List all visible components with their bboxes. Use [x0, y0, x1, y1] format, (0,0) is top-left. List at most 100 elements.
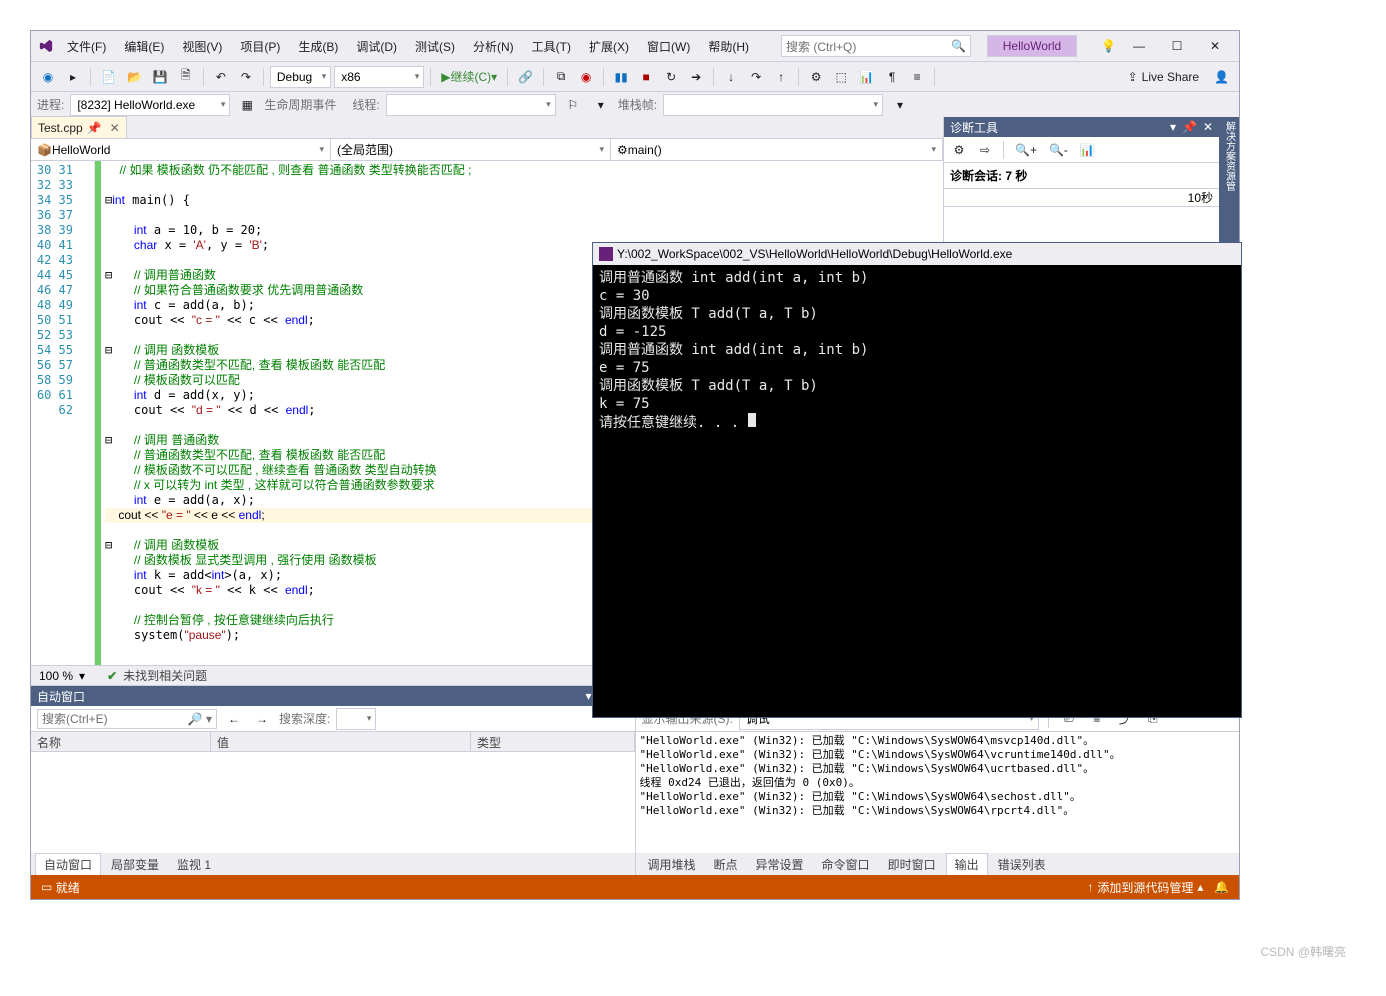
gear-icon[interactable]: ⚙: [948, 139, 970, 161]
tab-autos[interactable]: 自动窗口: [35, 853, 101, 875]
tab-exceptions[interactable]: 异常设置: [748, 854, 812, 875]
attach-icon[interactable]: 🔗: [514, 66, 537, 88]
step-over-icon[interactable]: ↷: [745, 66, 767, 88]
sf-dd-icon[interactable]: ▾: [889, 94, 911, 116]
panel-dropdown-icon[interactable]: ▾: [1170, 120, 1176, 134]
tb-d-icon[interactable]: ¶: [881, 66, 903, 88]
panel-pin-icon[interactable]: 📌: [1182, 120, 1197, 134]
menu-file[interactable]: 文件(F): [59, 34, 114, 59]
tab-immediate[interactable]: 即时窗口: [880, 854, 944, 875]
document-tabstrip: Test.cpp 📌 ✕: [31, 117, 943, 139]
zoomin-icon[interactable]: 🔍+: [1011, 139, 1041, 161]
depth-select[interactable]: [336, 708, 376, 730]
chart-icon[interactable]: 📊: [1076, 139, 1099, 161]
nav-fwd-icon[interactable]: ▸: [62, 66, 84, 88]
lifecycle-label: 生命周期事件: [264, 96, 336, 113]
thread-filter-icon[interactable]: ▾: [590, 94, 612, 116]
tb-c-icon[interactable]: 📊: [855, 66, 878, 88]
menu-help[interactable]: 帮助(H): [700, 34, 757, 59]
tab-watch[interactable]: 监视 1: [169, 854, 219, 875]
redo-icon[interactable]: ↷: [235, 66, 257, 88]
tab-output[interactable]: 输出: [946, 853, 988, 875]
diagnostics-header[interactable]: 诊断工具 ▾📌✕: [944, 117, 1219, 137]
tb-a-icon[interactable]: ⚙: [805, 66, 827, 88]
continue-button[interactable]: ▶ 继续(C) ▾: [437, 66, 501, 88]
config-select[interactable]: Debug: [270, 66, 331, 88]
menu-build[interactable]: 生成(B): [290, 34, 346, 59]
close-tab-icon[interactable]: ✕: [110, 121, 120, 135]
open-icon[interactable]: 📂: [123, 66, 146, 88]
undo-icon[interactable]: ↶: [210, 66, 232, 88]
cam-icon[interactable]: ◉: [575, 66, 597, 88]
nav-fwd-icon[interactable]: →: [251, 708, 273, 730]
thread-select[interactable]: [386, 94, 556, 116]
nav-scope[interactable]: (全局范围): [331, 139, 611, 160]
zoomout-icon[interactable]: 🔍-: [1045, 139, 1072, 161]
menu-tools[interactable]: 工具(T): [524, 34, 579, 59]
menu-window[interactable]: 窗口(W): [639, 34, 698, 59]
export-icon[interactable]: ⇨: [974, 139, 996, 161]
zoom-level[interactable]: 100 %: [39, 669, 73, 683]
menu-debug[interactable]: 调试(D): [348, 34, 405, 59]
file-tab[interactable]: Test.cpp 📌 ✕: [31, 116, 127, 138]
share-icon: ⇪: [1128, 70, 1138, 84]
flag-icon[interactable]: ⚐: [562, 94, 584, 116]
tab-callstack[interactable]: 调用堆栈: [640, 854, 704, 875]
minimize-button[interactable]: —: [1121, 33, 1157, 59]
autos-header[interactable]: 自动窗口 ▾📌✕: [31, 686, 635, 706]
tb-b-icon[interactable]: ⬚: [830, 66, 852, 88]
status-right[interactable]: ↑ 添加到源代码管理 ▴ 🔔: [1087, 879, 1229, 896]
pause-icon[interactable]: ▮▮: [610, 66, 632, 88]
menu-extensions[interactable]: 扩展(X): [581, 34, 637, 59]
col-value[interactable]: 值: [211, 732, 471, 751]
step-out-icon[interactable]: ↑: [770, 66, 792, 88]
stop-icon[interactable]: ■: [635, 66, 657, 88]
screenshot-icon[interactable]: ⧉: [550, 66, 572, 88]
menu-edit[interactable]: 编辑(E): [116, 34, 172, 59]
account-icon[interactable]: 👤: [1210, 66, 1233, 88]
step-into-icon[interactable]: ↓: [720, 66, 742, 88]
autos-search[interactable]: 搜索(Ctrl+E)🔎 ▾: [37, 709, 217, 729]
maximize-button[interactable]: ☐: [1159, 33, 1195, 59]
menu-test[interactable]: 测试(S): [407, 34, 463, 59]
menu-project[interactable]: 项目(P): [232, 34, 288, 59]
tab-breakpoints[interactable]: 断点: [706, 854, 746, 875]
liveshare-button[interactable]: ⇪ Live Share: [1128, 70, 1199, 84]
notifications-icon[interactable]: 🔔: [1214, 880, 1229, 894]
status-icon: ▭: [41, 880, 52, 894]
nav-back-icon[interactable]: ←: [223, 708, 245, 730]
tab-errorlist[interactable]: 错误列表: [990, 854, 1054, 875]
watermark: CSDN @韩曙亮: [1260, 943, 1346, 960]
col-name[interactable]: 名称: [31, 732, 211, 751]
save-icon[interactable]: 💾: [149, 66, 172, 88]
nav-project[interactable]: 📦 HelloWorld: [31, 139, 331, 160]
platform-select[interactable]: x86: [334, 66, 424, 88]
restart-icon[interactable]: ↻: [660, 66, 682, 88]
vs-logo-icon: [37, 37, 55, 55]
panel-close-icon[interactable]: ✕: [1203, 120, 1213, 134]
new-item-icon[interactable]: 📄: [97, 66, 120, 88]
feedback-icon[interactable]: 💡: [1101, 39, 1116, 53]
output-body[interactable]: "HelloWorld.exe" (Win32): 已加载 "C:\Window…: [636, 732, 1240, 853]
menu-analyze[interactable]: 分析(N): [465, 34, 522, 59]
saveall-icon[interactable]: 🗎: [175, 66, 197, 88]
process-select[interactable]: [8232] HelloWorld.exe: [70, 94, 230, 116]
tab-command[interactable]: 命令窗口: [814, 854, 878, 875]
lifecycle-icon[interactable]: ▦: [236, 94, 258, 116]
window-buttons: — ☐ ✕: [1121, 33, 1233, 59]
close-button[interactable]: ✕: [1197, 33, 1233, 59]
diag-timeline: 10秒: [944, 189, 1219, 207]
menu-view[interactable]: 视图(V): [174, 34, 230, 59]
console-title: Y:\002_WorkSpace\002_VS\HelloWorld\Hello…: [617, 247, 1012, 261]
next-stmt-icon[interactable]: ➔: [685, 66, 707, 88]
stackframe-select[interactable]: [663, 94, 883, 116]
col-type[interactable]: 类型: [471, 732, 635, 751]
nav-back-icon[interactable]: ◉: [37, 66, 59, 88]
pin-icon[interactable]: 📌: [87, 121, 102, 135]
console-window[interactable]: Y:\002_WorkSpace\002_VS\HelloWorld\Hello…: [592, 242, 1242, 718]
tb-e-icon[interactable]: ≡: [906, 66, 928, 88]
console-titlebar[interactable]: Y:\002_WorkSpace\002_VS\HelloWorld\Hello…: [593, 243, 1241, 265]
nav-function[interactable]: ⚙ main(): [611, 139, 943, 160]
tab-locals[interactable]: 局部变量: [103, 854, 167, 875]
titlebar-search[interactable]: 搜索 (Ctrl+Q) 🔍: [781, 35, 971, 57]
